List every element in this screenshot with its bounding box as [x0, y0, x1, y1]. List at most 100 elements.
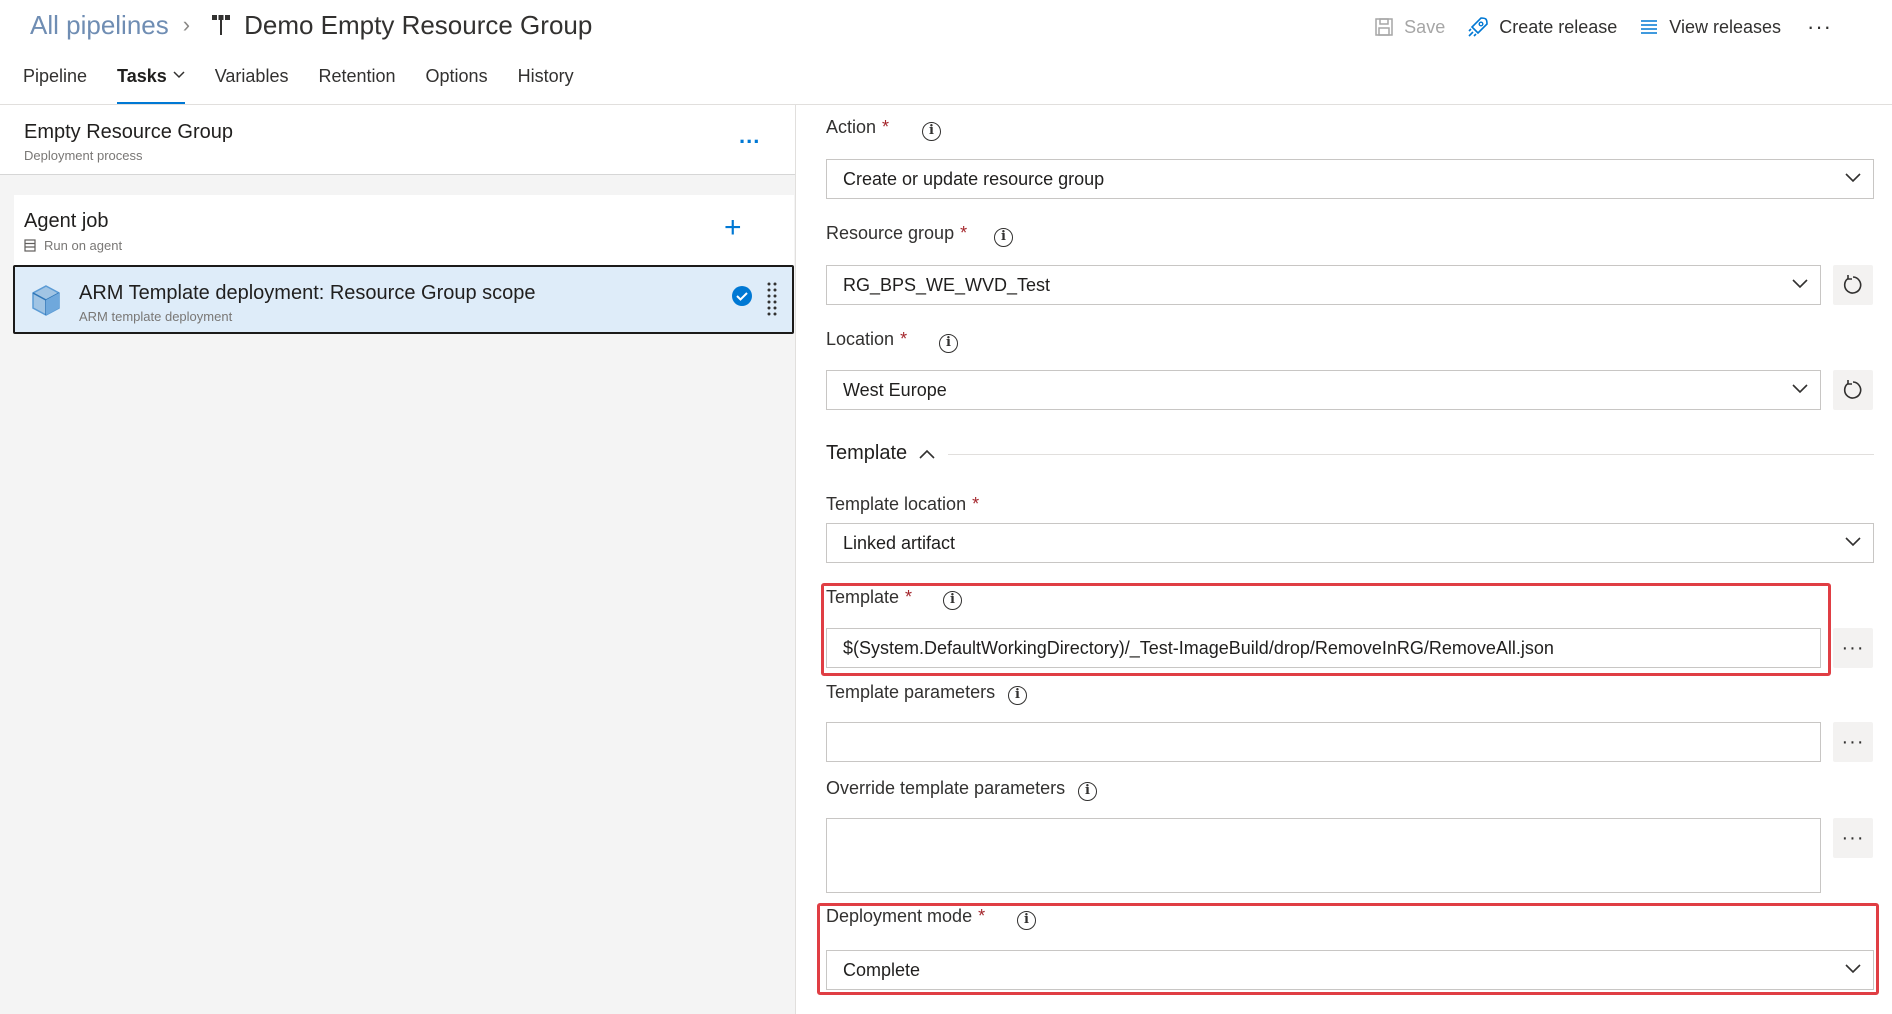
browse-template-parameters-button[interactable]: ··· — [1833, 722, 1873, 762]
process-more-button[interactable]: ... — [739, 123, 760, 149]
create-release-label: Create release — [1499, 16, 1618, 37]
check-circle-icon — [732, 286, 752, 306]
chevron-down-icon — [1792, 279, 1808, 289]
resource-group-label: Resource group * — [826, 223, 967, 244]
tab-retention-label: Retention — [318, 66, 396, 86]
tab-tasks[interactable]: Tasks — [117, 66, 185, 105]
required-marker: * — [900, 329, 908, 349]
create-release-button[interactable]: Create release — [1467, 16, 1617, 38]
chevron-down-icon — [1845, 964, 1861, 974]
drag-handle-icon[interactable] — [767, 281, 777, 317]
tab-options[interactable]: Options — [426, 66, 488, 104]
info-icon[interactable]: i — [1017, 911, 1036, 930]
tab-tasks-label: Tasks — [117, 66, 167, 86]
info-icon[interactable]: i — [939, 334, 958, 353]
deployment-mode-value: Complete — [843, 959, 921, 980]
agent-job-subtitle-row: Run on agent — [24, 238, 122, 253]
breadcrumb-all-pipelines[interactable]: All pipelines — [30, 10, 169, 41]
required-marker: * — [882, 117, 890, 137]
template-label: Template * — [826, 587, 912, 608]
location-label: Location * — [826, 329, 907, 350]
agent-job[interactable]: Agent job Run on agent + — [14, 195, 794, 267]
location-value: West Europe — [843, 379, 947, 400]
breadcrumb: All pipelines › Demo Empty Resource Grou… — [30, 8, 592, 42]
chevron-down-icon — [1792, 384, 1808, 394]
template-location-value: Linked artifact — [843, 532, 956, 553]
template-section-header[interactable]: Template — [826, 442, 935, 465]
agent-job-title: Agent job — [24, 210, 109, 232]
save-label: Save — [1404, 16, 1446, 37]
add-task-button[interactable]: + — [724, 211, 742, 245]
browse-template-button[interactable]: ··· — [1833, 628, 1873, 668]
task-list-panel: Empty Resource Group Deployment process … — [0, 105, 795, 1014]
required-marker: * — [978, 906, 986, 926]
location-label-text: Location — [826, 329, 895, 349]
info-icon[interactable]: i — [1078, 782, 1097, 801]
refresh-icon — [1843, 380, 1862, 399]
deployment-mode-select[interactable]: Complete — [826, 950, 1874, 990]
chevron-up-icon — [919, 449, 935, 459]
override-parameters-textarea[interactable] — [826, 818, 1821, 893]
required-marker: * — [972, 494, 980, 514]
rocket-icon — [1468, 17, 1489, 37]
page-title: Demo Empty Resource Group — [244, 9, 593, 40]
task-arm-template-deployment[interactable]: ARM Template deployment: Resource Group … — [13, 265, 794, 334]
deployment-process-header[interactable]: Empty Resource Group Deployment process … — [0, 105, 795, 175]
info-icon[interactable]: i — [922, 122, 941, 141]
action-value: Create or update resource group — [843, 168, 1105, 189]
resource-group-label-text: Resource group — [826, 223, 955, 243]
template-parameters-label: Template parameters — [826, 682, 995, 703]
cube-icon — [32, 285, 60, 316]
info-icon[interactable]: i — [1008, 686, 1027, 705]
tab-bar: Pipeline Tasks Variables Retention Optio… — [23, 66, 604, 105]
more-actions-button[interactable]: ··· — [1807, 14, 1832, 40]
override-parameters-label-text: Override template parameters — [826, 778, 1066, 798]
tab-retention[interactable]: Retention — [318, 66, 395, 104]
template-value: $(System.DefaultWorkingDirectory)/_Test-… — [843, 637, 1554, 658]
tab-pipeline[interactable]: Pipeline — [23, 66, 87, 104]
section-divider — [948, 454, 1874, 455]
view-releases-button[interactable]: View releases — [1639, 17, 1781, 38]
template-input[interactable]: $(System.DefaultWorkingDirectory)/_Test-… — [826, 628, 1821, 668]
tab-pipeline-label: Pipeline — [23, 66, 88, 86]
action-select[interactable]: Create or update resource group — [826, 159, 1874, 199]
required-marker: * — [905, 587, 913, 607]
chevron-down-icon — [1845, 173, 1861, 183]
header-actions: Save Create release View releases ··· — [1352, 12, 1832, 42]
panel-divider — [795, 105, 796, 1014]
tab-history[interactable]: History — [518, 66, 574, 104]
process-subtitle: Deployment process — [24, 148, 143, 163]
server-icon — [24, 239, 36, 252]
agent-job-subtitle: Run on agent — [44, 238, 123, 253]
info-icon[interactable]: i — [943, 591, 962, 610]
chevron-down-icon — [1845, 537, 1861, 547]
refresh-icon — [1843, 275, 1862, 294]
action-label: Action * — [826, 117, 889, 138]
template-parameters-input[interactable] — [826, 722, 1821, 762]
edit-override-parameters-button[interactable]: ··· — [1833, 818, 1873, 858]
refresh-resource-group-button[interactable] — [1833, 265, 1873, 305]
tab-options-label: Options — [425, 66, 488, 86]
resource-group-value: RG_BPS_WE_WVD_Test — [843, 274, 1051, 295]
save-icon — [1375, 18, 1393, 36]
deployment-mode-label: Deployment mode * — [826, 906, 985, 927]
resource-group-select[interactable]: RG_BPS_WE_WVD_Test — [826, 265, 1821, 305]
template-section-title: Template — [826, 442, 908, 464]
refresh-location-button[interactable] — [1833, 370, 1873, 410]
task-subtitle: ARM template deployment — [79, 309, 233, 324]
location-select[interactable]: West Europe — [826, 370, 1821, 410]
tab-history-label: History — [517, 66, 574, 86]
template-parameters-label-text: Template parameters — [826, 682, 996, 702]
template-location-select[interactable]: Linked artifact — [826, 523, 1874, 563]
chevron-down-icon — [173, 71, 185, 79]
save-button[interactable]: Save — [1374, 17, 1445, 38]
deployment-mode-label-text: Deployment mode — [826, 906, 973, 926]
tab-variables[interactable]: Variables — [215, 66, 289, 104]
info-icon[interactable]: i — [994, 228, 1013, 247]
process-title: Empty Resource Group — [24, 121, 233, 143]
template-label-text: Template — [826, 587, 900, 607]
breadcrumb-chevron-icon: › — [182, 12, 191, 37]
override-parameters-label: Override template parameters — [826, 778, 1065, 799]
task-title: ARM Template deployment: Resource Group … — [79, 282, 536, 304]
action-label-text: Action — [826, 117, 877, 137]
